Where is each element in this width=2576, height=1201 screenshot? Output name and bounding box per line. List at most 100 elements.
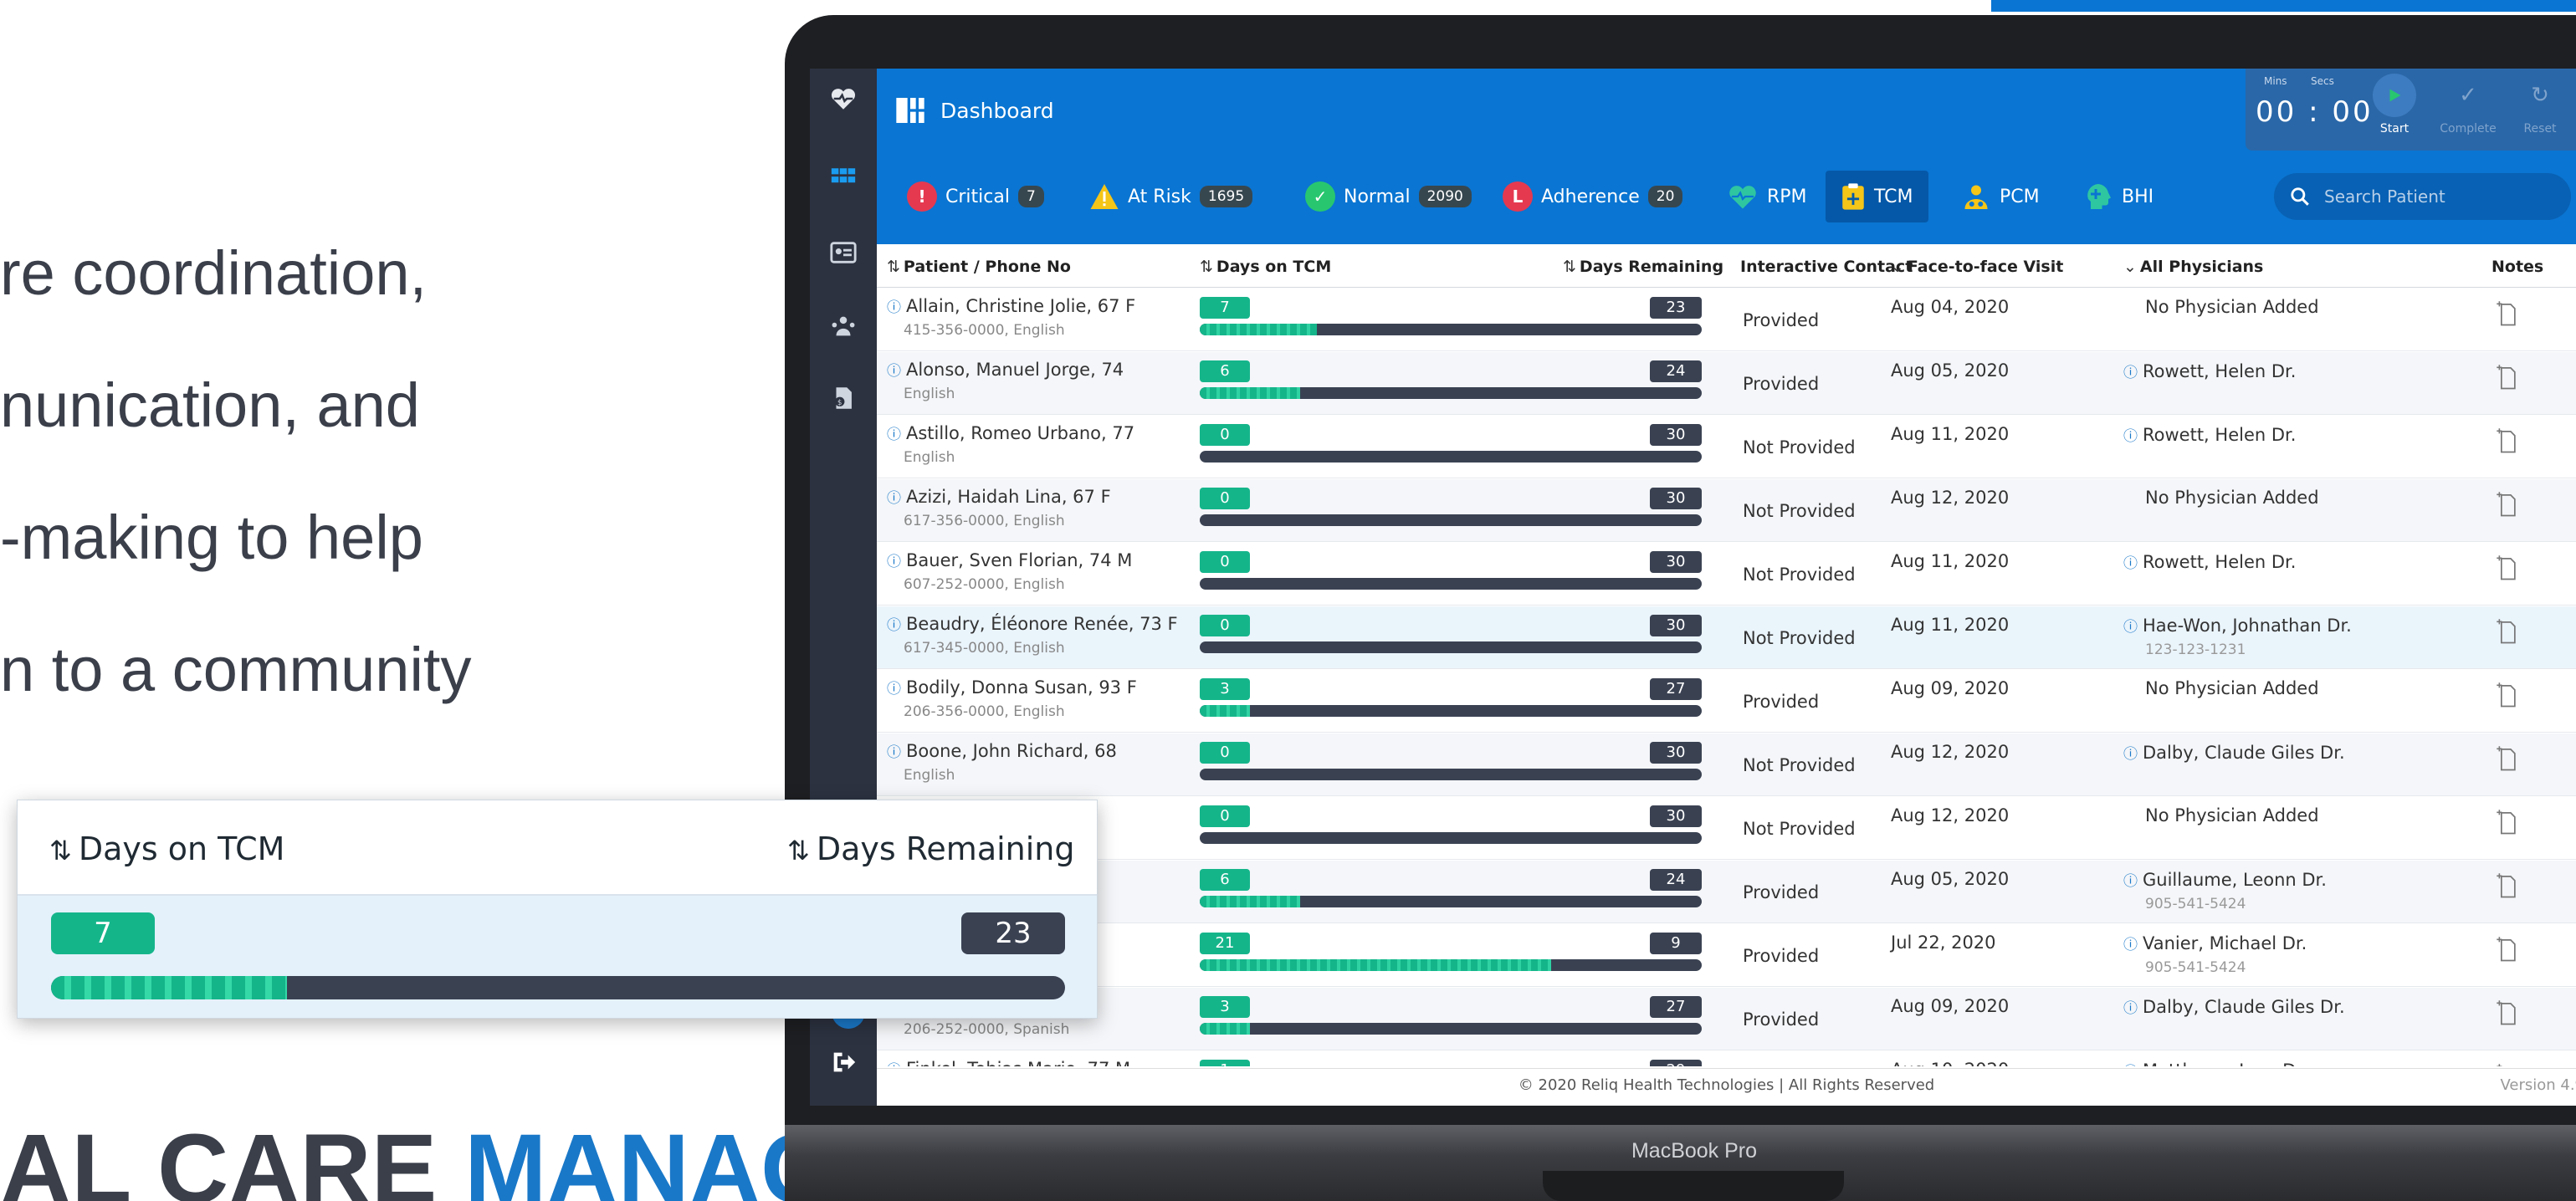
physician-name: No Physician Added — [2145, 805, 2319, 825]
patient-name[interactable]: ⓘ Bodily, Donna Susan, 93 F — [887, 677, 1137, 698]
timer-reset-button[interactable]: ↻ Reset — [2515, 72, 2565, 149]
program-bhi[interactable]: BHI — [2083, 171, 2153, 222]
patient-name[interactable]: ⓘ Astillo, Romeo Urbano, 77 — [887, 422, 1134, 443]
patient-name[interactable]: ⓘ Bauer, Sven Florian, 74 M — [887, 549, 1132, 570]
add-note-icon[interactable] — [2496, 809, 2517, 836]
add-note-icon[interactable] — [2496, 745, 2517, 772]
column-physicians[interactable]: ⌄ All Physicians — [2123, 258, 2263, 276]
column-days-remaining[interactable]: ⇅ Days Remaining — [1563, 258, 1723, 276]
physician-name-text: Hae-Won, Johnathan Dr. — [2143, 616, 2352, 636]
add-note-icon[interactable] — [2496, 682, 2517, 708]
info-icon[interactable]: ⓘ — [2123, 1000, 2138, 1017]
info-icon[interactable]: ⓘ — [887, 427, 901, 443]
table-row[interactable]: ⓘM030Not ProvidedAug 12, 2020No Physicia… — [877, 797, 2576, 860]
program-rpm[interactable]: RPM — [1727, 171, 1807, 222]
program-pcm[interactable]: PCM — [1961, 171, 2040, 222]
add-note-icon[interactable] — [2496, 1063, 2517, 1066]
physician-name[interactable]: ⓘ Dalby, Claude Giles Dr. — [2123, 742, 2345, 763]
column-face-to-face[interactable]: ⌄ Face-to-face Visit — [1891, 258, 2063, 276]
dashboard-grid-icon[interactable] — [827, 162, 860, 196]
filter-adherence[interactable]: L Adherence 20 — [1503, 171, 1683, 222]
info-icon[interactable]: ⓘ — [887, 1062, 901, 1066]
table-row[interactable]: ⓘM219ProvidedJul 22, 2020ⓘVanier, Michae… — [877, 924, 2576, 987]
info-icon[interactable]: ⓘ — [887, 744, 901, 761]
table-row[interactable]: ⓘ Boone, John Richard, 68 English 0 30 Not Pr… — [877, 733, 2576, 796]
patient-card-icon[interactable] — [827, 236, 860, 269]
column-days-on-tcm[interactable]: ⇅ Days on TCM — [1200, 258, 1331, 276]
care-team-icon[interactable] — [827, 309, 860, 343]
patient-name[interactable]: ⓘ Alonso, Manuel Jorge, 74 — [887, 359, 1124, 380]
patient-name[interactable]: ⓘ Boone, John Richard, 68 — [887, 740, 1117, 761]
face-to-face-date: Aug 05, 2020 — [1891, 360, 2010, 381]
physician-name[interactable]: ⓘ Rowett, Helen Dr. — [2123, 424, 2296, 445]
info-icon[interactable]: ⓘ — [887, 490, 901, 507]
table-row[interactable]: ⓘ Azizi, Haidah Lina, 67 F 617-356-0000, E… — [877, 479, 2576, 542]
column-patient[interactable]: ⇅ Patient / Phone No — [887, 258, 1071, 276]
add-note-icon[interactable] — [2496, 872, 2517, 899]
patient-name[interactable]: ⓘ Finkel, Tobias Mario, 77 M — [887, 1058, 1130, 1066]
table-row[interactable]: ⓘ Bauer, Sven Florian, 74 M 607-252-0000, … — [877, 543, 2576, 606]
add-note-icon[interactable] — [2496, 555, 2517, 581]
physician-name[interactable]: ⓘ Guillaume, Leonn Dr. — [2123, 869, 2327, 890]
table-row[interactable]: ⓘ Finkel, Tobias Mario, 77 M 1 29 Aug 10, 20… — [877, 1051, 2576, 1066]
info-icon[interactable]: ⓘ — [2123, 1064, 2138, 1066]
physician-name-text: Vanier, Michael Dr. — [2143, 933, 2307, 953]
physician-name[interactable]: ⓘ Vanier, Michael Dr. — [2123, 933, 2307, 953]
add-note-icon[interactable] — [2496, 491, 2517, 518]
info-icon[interactable]: ⓘ — [2123, 937, 2138, 953]
add-note-icon[interactable] — [2496, 300, 2517, 327]
info-icon[interactable]: ⓘ — [887, 363, 901, 380]
physician-name[interactable]: ⓘ Rowett, Helen Dr. — [2123, 551, 2296, 572]
patient-search[interactable] — [2274, 173, 2571, 220]
table-row[interactable]: ⓘ Bodily, Donna Susan, 93 F 206-356-0000, … — [877, 670, 2576, 733]
logo-heart-icon[interactable] — [827, 82, 860, 115]
info-icon[interactable]: ⓘ — [887, 681, 901, 698]
physician-name[interactable]: ⓘ Dalby, Claude Giles Dr. — [2123, 996, 2345, 1017]
info-icon[interactable]: ⓘ — [2123, 746, 2138, 763]
svg-text:$: $ — [837, 399, 842, 407]
patient-name[interactable]: ⓘ Beaudry, Éléonore Renée, 73 F — [887, 613, 1178, 634]
table-row[interactable]: ⓘ Allain, Christine Jolie, 67 F 415-356-00… — [877, 289, 2576, 351]
interactive-contact-status: Provided — [1743, 882, 1820, 902]
info-icon[interactable]: ⓘ — [2123, 555, 2138, 572]
timer-complete-button[interactable]: ✓ Complete — [2435, 72, 2502, 149]
face-to-face-date: Aug 09, 2020 — [1891, 996, 2010, 1016]
physician-name[interactable]: ⓘ Hae-Won, Johnathan Dr. — [2123, 615, 2352, 636]
add-note-icon[interactable] — [2496, 427, 2517, 454]
info-icon[interactable]: ⓘ — [2123, 873, 2138, 890]
physician-name[interactable]: ⓘ Rowett, Helen Dr. — [2123, 360, 2296, 381]
filter-count: 7 — [1017, 186, 1044, 207]
interactive-contact-status: Not Provided — [1743, 565, 1856, 585]
logout-icon[interactable] — [827, 1045, 860, 1079]
info-icon[interactable]: ⓘ — [2123, 365, 2138, 381]
refresh-icon: ↻ — [2531, 83, 2549, 108]
table-row[interactable]: ⓘ6 M206-252-0000, Spanish327ProvidedAug … — [877, 988, 2576, 1050]
info-icon[interactable]: ⓘ — [2123, 428, 2138, 445]
search-input[interactable] — [2324, 187, 2542, 207]
program-tcm[interactable]: TCM — [1826, 171, 1928, 222]
physician-name[interactable]: ⓘ Matthews, Jane Dr. — [2123, 1060, 2307, 1066]
add-note-icon[interactable] — [2496, 999, 2517, 1026]
info-icon[interactable]: ⓘ — [887, 299, 901, 316]
billing-icon[interactable]: $ — [827, 381, 860, 415]
table-row[interactable]: ⓘ Beaudry, Éléonore Renée, 73 F 617-345-00… — [877, 606, 2576, 669]
interactive-contact-status: Not Provided — [1743, 628, 1856, 648]
timer-start-button[interactable]: Start — [2369, 72, 2420, 149]
add-note-icon[interactable] — [2496, 936, 2517, 963]
filter-normal[interactable]: ✓ Normal 2090 — [1305, 171, 1472, 222]
add-note-icon[interactable] — [2496, 618, 2517, 645]
interactive-contact-status: Not Provided — [1743, 819, 1856, 839]
physician-name: No Physician Added — [2145, 297, 2319, 317]
info-icon[interactable]: ⓘ — [887, 617, 901, 634]
patient-name[interactable]: ⓘ Allain, Christine Jolie, 67 F — [887, 295, 1135, 316]
filter-critical[interactable]: ! Critical 7 — [907, 171, 1044, 222]
table-row[interactable]: ⓘ Astillo, Romeo Urbano, 77 English 0 30 Not … — [877, 416, 2576, 478]
filter-at-risk[interactable]: At Risk 1695 — [1089, 171, 1253, 222]
patient-name[interactable]: ⓘ Azizi, Haidah Lina, 67 F — [887, 486, 1111, 507]
info-icon[interactable]: ⓘ — [2123, 619, 2138, 636]
table-row[interactable]: ⓘ84 M624ProvidedAug 05, 2020ⓘGuillaume, … — [877, 861, 2576, 923]
days-remaining-badge: 23 — [1650, 297, 1702, 319]
info-icon[interactable]: ⓘ — [887, 554, 901, 570]
add-note-icon[interactable] — [2496, 364, 2517, 391]
table-row[interactable]: ⓘ Alonso, Manuel Jorge, 74 English 6 24 Provi… — [877, 352, 2576, 415]
